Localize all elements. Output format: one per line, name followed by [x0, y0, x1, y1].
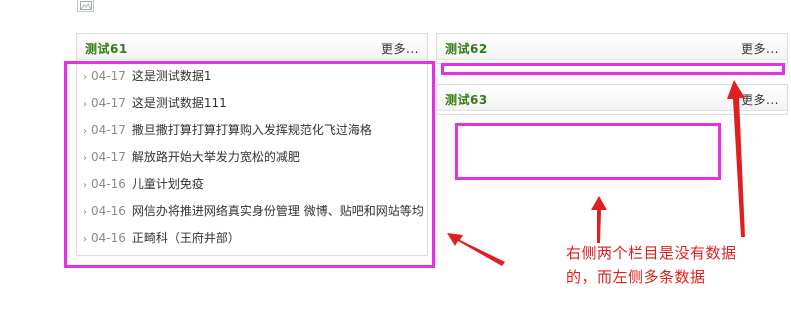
annotation-line1: 右侧两个栏目是没有数据: [566, 244, 737, 262]
annotation-line2: 的，而左侧多条数据: [566, 268, 706, 286]
arrow-up-right-icon: [727, 80, 745, 237]
page: 测试61 更多... › 04-17 这是测试数据1 › 04-17 这是测试数据111…: [0, 0, 791, 312]
annotation-text: 右侧两个栏目是没有数据 的，而左侧多条数据: [566, 241, 786, 289]
arrow-left-icon: [447, 233, 505, 266]
arrow-up-middle-icon: [591, 196, 607, 243]
